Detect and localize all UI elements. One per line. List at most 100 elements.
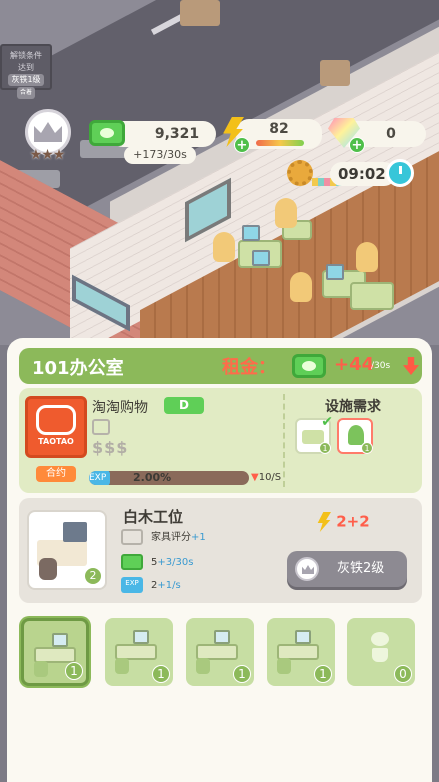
money-counter[interactable]: 9,321 xyxy=(110,121,216,147)
tray-slot-desk[interactable]: 1 xyxy=(105,618,173,686)
energy-value: 82 xyxy=(269,121,289,137)
tray-slot-plant[interactable]: 0 xyxy=(347,618,415,686)
exp-rate-value: 10/S xyxy=(258,472,282,483)
star-icon: ★★★ xyxy=(29,147,66,163)
exp-icon: EXP xyxy=(89,471,111,485)
check-icon: ✔ xyxy=(321,414,333,430)
room-header: 101办公室 租金： +44 /30s xyxy=(19,348,422,384)
crate xyxy=(320,60,350,86)
unlock-sign[interactable]: 解锁条件 达到 灰铁1级 合着 xyxy=(0,44,52,99)
unlock-sign-label: 达到 xyxy=(18,63,34,72)
slot-count: 0 xyxy=(394,665,412,683)
money-value: 9,321 xyxy=(154,126,200,142)
furniture-detail: 2 白木工位 家具评分+1 5+3/30s EXP 2+1/s 2+2 灰铁2级 xyxy=(19,498,422,603)
chair-icon xyxy=(39,558,57,580)
slot-count: 1 xyxy=(65,662,83,680)
furniture-score-label: 家具评分 xyxy=(151,532,191,543)
exp-bonus: +1/s xyxy=(157,580,181,591)
monitor-icon xyxy=(252,250,270,266)
exp-stat-row: EXP 2+1/s xyxy=(121,577,181,595)
furniture-tray: 1 1 1 1 0 xyxy=(17,618,422,694)
monitor-icon xyxy=(52,633,68,647)
energy-bonus: 2+2 xyxy=(317,512,370,532)
crown-icon xyxy=(295,557,319,581)
divider xyxy=(283,394,285,487)
price-level: $$$ xyxy=(92,438,129,457)
energy-bar xyxy=(256,140,304,146)
logo-face-icon xyxy=(36,405,76,435)
facility-plant[interactable]: 1 xyxy=(337,418,373,454)
plant-icon xyxy=(367,632,393,662)
unlock-level-label: 灰铁2级 xyxy=(337,561,385,576)
furniture-thumbnail: 2 xyxy=(27,510,107,590)
money-stat-row: 5+3/30s xyxy=(121,554,193,572)
monitor-icon xyxy=(295,630,311,644)
tray-slot-desk[interactable]: 1 xyxy=(186,618,254,686)
unlock-sign-condition: 达到 灰铁1级 xyxy=(2,62,50,86)
chair-icon xyxy=(115,658,129,674)
employee[interactable] xyxy=(213,232,235,262)
employee[interactable] xyxy=(290,272,312,302)
rank-badge[interactable]: ★★★ xyxy=(15,109,79,165)
office-desk[interactable] xyxy=(350,282,394,310)
furniture-count: 2 xyxy=(85,568,101,584)
chair-icon xyxy=(277,658,291,674)
money-rate: +173/30s xyxy=(124,146,196,164)
rent-money-icon xyxy=(292,354,326,378)
money-icon xyxy=(121,554,143,570)
monitor-icon xyxy=(242,225,260,241)
add-gems-button[interactable]: + xyxy=(349,137,365,153)
employee[interactable] xyxy=(356,242,378,272)
exp-percent: 2.00% xyxy=(133,471,172,484)
settings-gear-icon[interactable] xyxy=(287,160,313,186)
contract-button[interactable]: 合约 xyxy=(36,466,76,482)
unlock-sign-title: 解锁条件 xyxy=(10,51,42,60)
monitor-icon xyxy=(63,522,87,542)
add-energy-button[interactable]: + xyxy=(234,137,250,153)
energy-bolt-icon xyxy=(317,512,331,532)
room-name: 101办公室 xyxy=(32,358,124,379)
company-category-icon xyxy=(92,419,110,435)
unlock-sign-foot: 合着 xyxy=(16,87,35,99)
chair-icon xyxy=(34,661,48,677)
slot-count: 1 xyxy=(233,665,251,683)
exp-rate-down-arrow-icon: ▼ xyxy=(251,472,259,483)
facility-count: 1 xyxy=(361,442,373,454)
exp-progress-bar: EXP 2.00% xyxy=(89,471,249,485)
energy-bonus-value: 2+2 xyxy=(336,512,370,531)
company-grade: D xyxy=(164,397,204,414)
rent-label: 租金： xyxy=(222,357,276,378)
alarm-clock-icon[interactable] xyxy=(386,159,414,187)
employee[interactable] xyxy=(275,198,297,228)
exp-icon: EXP xyxy=(121,577,143,593)
facility-count: 1 xyxy=(319,442,331,454)
logo-brand: TAOTAO xyxy=(38,437,74,446)
slot-count: 1 xyxy=(314,665,332,683)
company-card: TAOTAO 合约 淘淘购物 D $$$ EXP 2.00% ▼10/S 设施需… xyxy=(19,388,422,493)
money-icon xyxy=(89,120,125,146)
company-logo[interactable]: TAOTAO xyxy=(25,396,87,458)
company-name: 淘淘购物 xyxy=(92,400,148,416)
rent-value: +44 xyxy=(334,354,375,375)
furniture-score-row: 家具评分+1 xyxy=(121,529,206,547)
slot-count: 1 xyxy=(152,665,170,683)
monitor-icon xyxy=(214,630,230,644)
unlock-level-button[interactable]: 灰铁2级 xyxy=(287,551,407,587)
crate xyxy=(180,0,220,26)
desk-icon xyxy=(302,430,324,444)
unlock-sign-level: 灰铁1级 xyxy=(8,74,44,86)
chair-icon xyxy=(196,658,210,674)
rent-unit: /30s xyxy=(371,361,391,371)
gem-value: 0 xyxy=(386,126,396,142)
tray-slot-desk[interactable]: 1 xyxy=(267,618,335,686)
clock-time: 09:02 xyxy=(338,165,386,183)
rank-stars: ★★★ xyxy=(15,147,79,163)
monitor-icon xyxy=(326,264,344,280)
facility-desk[interactable]: ✔ 1 xyxy=(295,414,333,454)
crown-icon xyxy=(34,122,62,142)
furniture-name: 白木工位 xyxy=(123,508,184,526)
tray-slot-desk[interactable]: 1 xyxy=(21,618,89,686)
money-bonus: +3/30s xyxy=(157,557,194,568)
rent-down-arrow-icon xyxy=(403,357,419,375)
monitor-icon xyxy=(133,630,149,644)
